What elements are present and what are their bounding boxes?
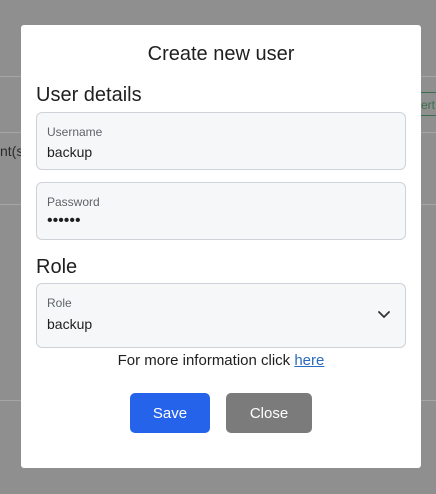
username-input[interactable] xyxy=(47,144,347,160)
chevron-down-icon[interactable] xyxy=(377,310,391,320)
role-label: Role xyxy=(47,296,72,310)
password-input[interactable]: •••••• xyxy=(47,212,347,230)
username-label: Username xyxy=(47,125,103,139)
role-select[interactable]: Role backup xyxy=(36,283,406,348)
user-details-heading: User details xyxy=(36,84,142,106)
more-info-label: For more information click xyxy=(117,352,295,369)
dialog-title: Create new user xyxy=(147,43,295,65)
save-button[interactable]: Save xyxy=(130,393,210,433)
password-field[interactable]: Password •••••• xyxy=(36,182,406,240)
password-label: Password xyxy=(47,195,100,209)
role-heading: Role xyxy=(36,256,78,278)
username-field[interactable]: Username xyxy=(36,112,406,170)
more-info-text: For more information click here xyxy=(21,352,421,369)
create-user-dialog: Create new user User details Username Pa… xyxy=(21,25,421,468)
role-selected-value: backup xyxy=(47,316,93,332)
close-button[interactable]: Close xyxy=(226,393,312,433)
more-info-link[interactable]: here xyxy=(294,352,324,369)
